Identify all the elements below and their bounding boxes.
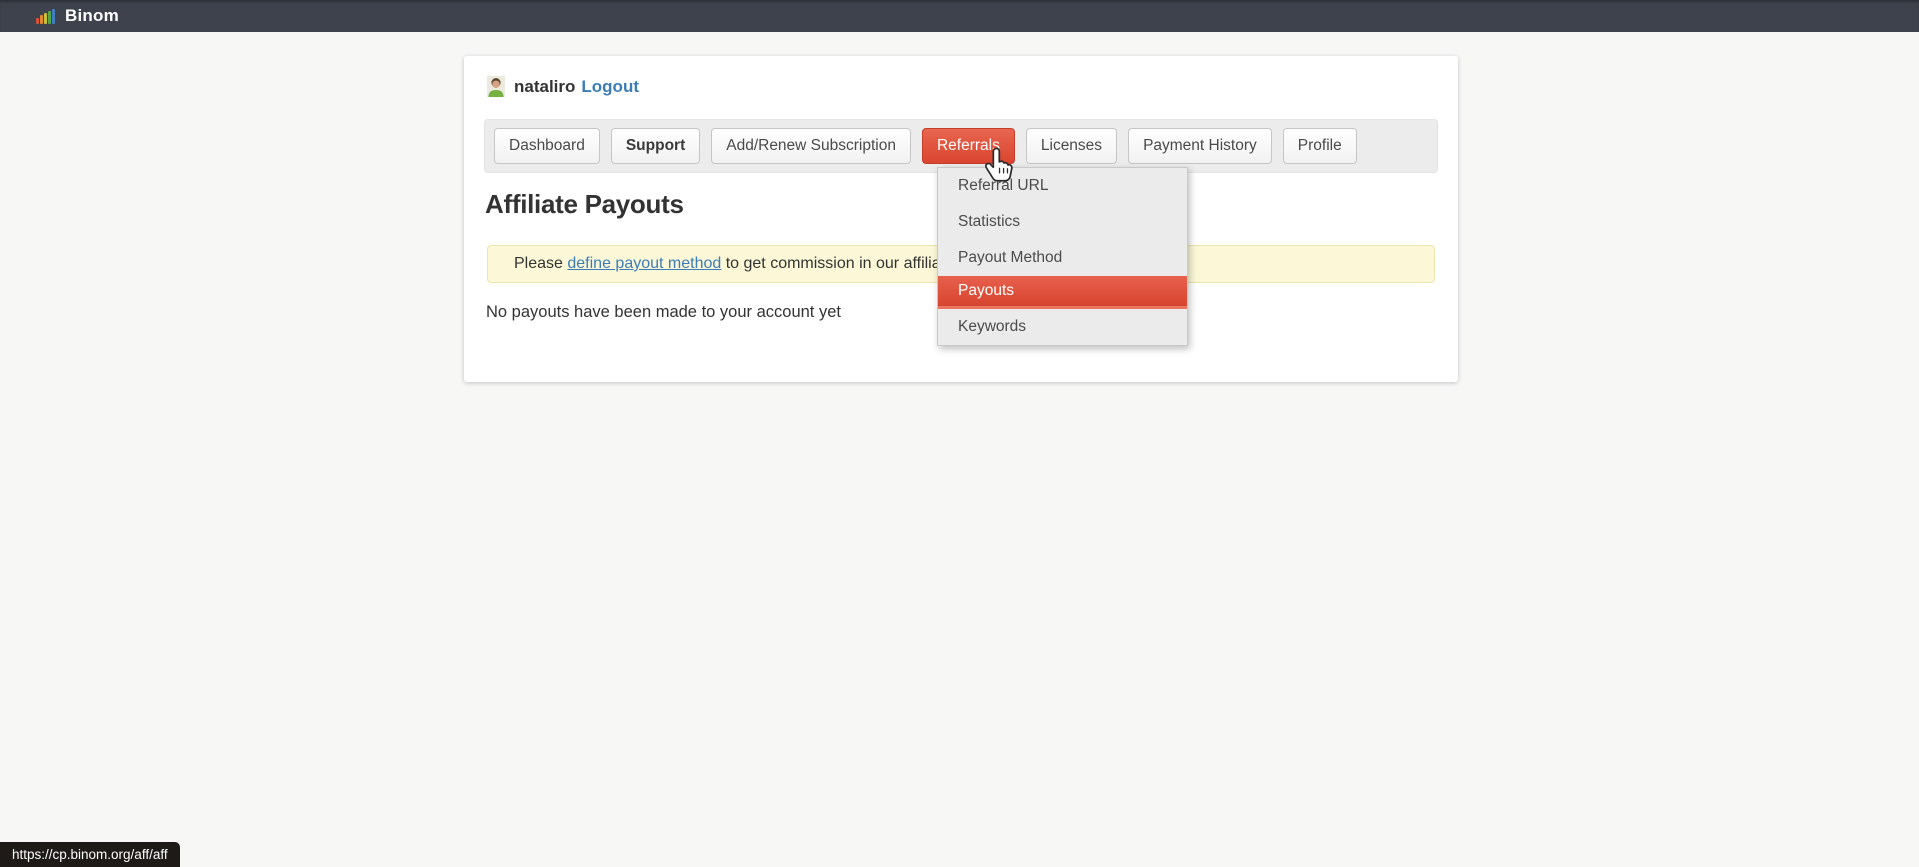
user-row: nataliro Logout — [487, 76, 639, 97]
binom-logo-icon — [36, 9, 55, 24]
menu-item-keywords[interactable]: Keywords — [938, 309, 1187, 345]
nav-button-profile[interactable]: Profile — [1283, 128, 1357, 164]
define-payout-method-link[interactable]: define payout method — [567, 255, 721, 273]
nav-button-dashboard[interactable]: Dashboard — [494, 128, 600, 164]
notice-text-prefix: Please — [514, 255, 567, 273]
page-title: Affiliate Payouts — [485, 190, 684, 218]
nav-button-support[interactable]: Support — [611, 128, 700, 164]
menu-item-payouts[interactable]: Payouts — [938, 276, 1187, 309]
brand-name[interactable]: Binom — [65, 6, 119, 26]
menu-item-payout-method[interactable]: Payout Method — [938, 240, 1187, 276]
navbar: Dashboard Support Add/Renew Subscription… — [484, 119, 1438, 173]
referrals-dropdown-menu: Referral URL Statistics Payout Method Pa… — [937, 167, 1188, 346]
username: nataliro — [514, 77, 575, 97]
empty-state-message: No payouts have been made to your accoun… — [486, 303, 841, 322]
topbar: Binom — [0, 0, 1919, 32]
status-url-tooltip: https://cp.binom.org/aff/aff — [0, 842, 180, 867]
nav-button-referrals[interactable]: Referrals — [922, 128, 1015, 164]
user-avatar-icon — [487, 76, 505, 97]
menu-item-referral-url[interactable]: Referral URL — [938, 168, 1187, 204]
menu-item-statistics[interactable]: Statistics — [938, 204, 1187, 240]
logout-link[interactable]: Logout — [581, 77, 639, 97]
nav-button-licenses[interactable]: Licenses — [1026, 128, 1117, 164]
nav-button-payment-history[interactable]: Payment History — [1128, 128, 1272, 164]
nav-button-add-renew-subscription[interactable]: Add/Renew Subscription — [711, 128, 911, 164]
